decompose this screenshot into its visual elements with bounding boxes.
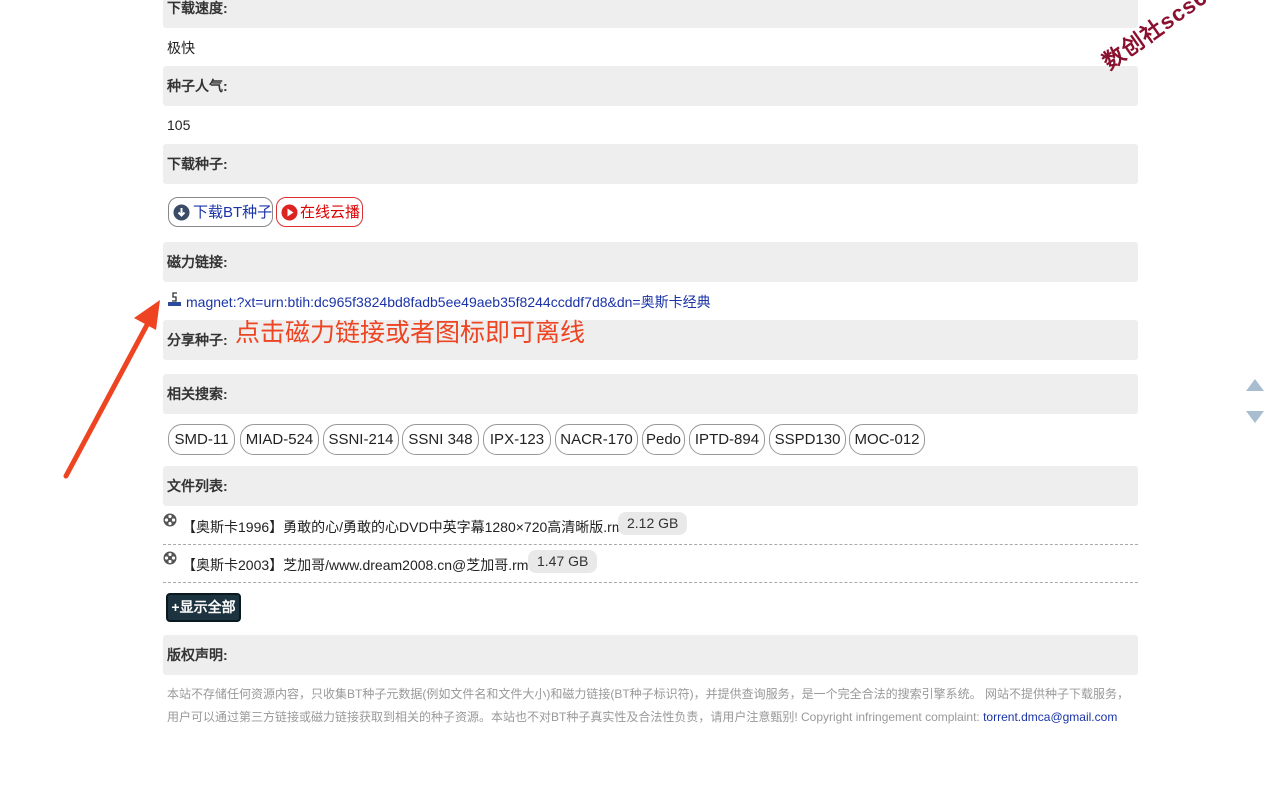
section-label: 版权声明:: [167, 647, 228, 663]
related-tag[interactable]: MOC-012: [849, 424, 925, 455]
download-icon: [173, 204, 190, 221]
disclaimer-text: 本站不存储任何资源内容，只收集BT种子元数据(例如文件名和文件大小)和磁力链接(…: [167, 683, 1137, 729]
scroll-down-icon[interactable]: [1245, 410, 1265, 424]
related-tag[interactable]: MIAD-524: [240, 424, 319, 455]
file-row: 【奥斯卡2003】芝加哥/www.dream2008.cn@芝加哥.rmvb 1…: [163, 545, 1138, 583]
download-bt-label: 下载BT种子: [193, 204, 273, 221]
section-label: 种子人气:: [167, 78, 228, 94]
section-popularity: 种子人气:: [163, 66, 1138, 106]
dmca-email-link[interactable]: torrent.dmca@gmail.com: [983, 710, 1117, 724]
section-magnet: 磁力链接:: [163, 242, 1138, 282]
download-bt-button[interactable]: 下载BT种子: [168, 197, 273, 227]
related-tag[interactable]: SSNI 348: [402, 424, 479, 455]
online-play-label: 在线云播: [300, 204, 361, 221]
related-tag[interactable]: SMD-11: [168, 424, 235, 455]
popularity-value: 105: [167, 117, 191, 133]
section-download-torrent: 下载种子:: [163, 144, 1138, 184]
file-name: 【奥斯卡2003】芝加哥/www.dream2008.cn@芝加哥.rmvb: [182, 557, 544, 573]
play-icon: [281, 204, 298, 221]
magnet-link[interactable]: magnet:?xt=urn:btih:dc965f3824bd8fadb5ee…: [186, 292, 711, 312]
section-label: 下载种子:: [167, 156, 228, 172]
show-all-button[interactable]: +显示全部+: [166, 593, 241, 640]
section-label: 相关搜索:: [167, 386, 228, 402]
file-row: 【奥斯卡1996】勇敢的心/勇敢的心DVD中英字幕1280×720高清晰版.rm…: [163, 507, 1138, 545]
scroll-up-icon[interactable]: [1245, 378, 1265, 392]
related-tag[interactable]: IPX-123: [483, 424, 551, 455]
file-size-badge: 2.12 GB: [618, 512, 688, 535]
related-tag[interactable]: Pedo: [642, 424, 685, 455]
related-tag[interactable]: NACR-170: [555, 424, 638, 455]
related-tag[interactable]: IPTD-894: [689, 424, 765, 455]
file-size-badge: 1.47 GB: [528, 550, 598, 573]
section-copyright: 版权声明:: [163, 635, 1138, 675]
file-name: 【奥斯卡1996】勇敢的心/勇敢的心DVD中英字幕1280×720高清晰版.rm…: [182, 519, 639, 535]
magnet-icon[interactable]: [168, 291, 181, 307]
film-reel-icon: [163, 513, 177, 527]
related-tag[interactable]: SSPD130: [769, 424, 846, 455]
section-label: 下载速度:: [167, 0, 228, 16]
related-tag[interactable]: SSNI-214: [323, 424, 399, 455]
online-play-button[interactable]: 在线云播: [276, 197, 363, 227]
section-label: 文件列表:: [167, 478, 228, 494]
section-label: 分享种子:: [167, 332, 228, 348]
section-download-speed: 下载速度:: [163, 0, 1138, 28]
download-speed-value: 极快: [167, 40, 195, 56]
film-reel-icon: [163, 551, 177, 565]
section-label: 磁力链接:: [167, 254, 228, 270]
section-files: 文件列表:: [163, 466, 1138, 506]
annotation-text: 点击磁力链接或者图标即可离线: [235, 319, 586, 347]
section-related: 相关搜索:: [163, 374, 1138, 414]
